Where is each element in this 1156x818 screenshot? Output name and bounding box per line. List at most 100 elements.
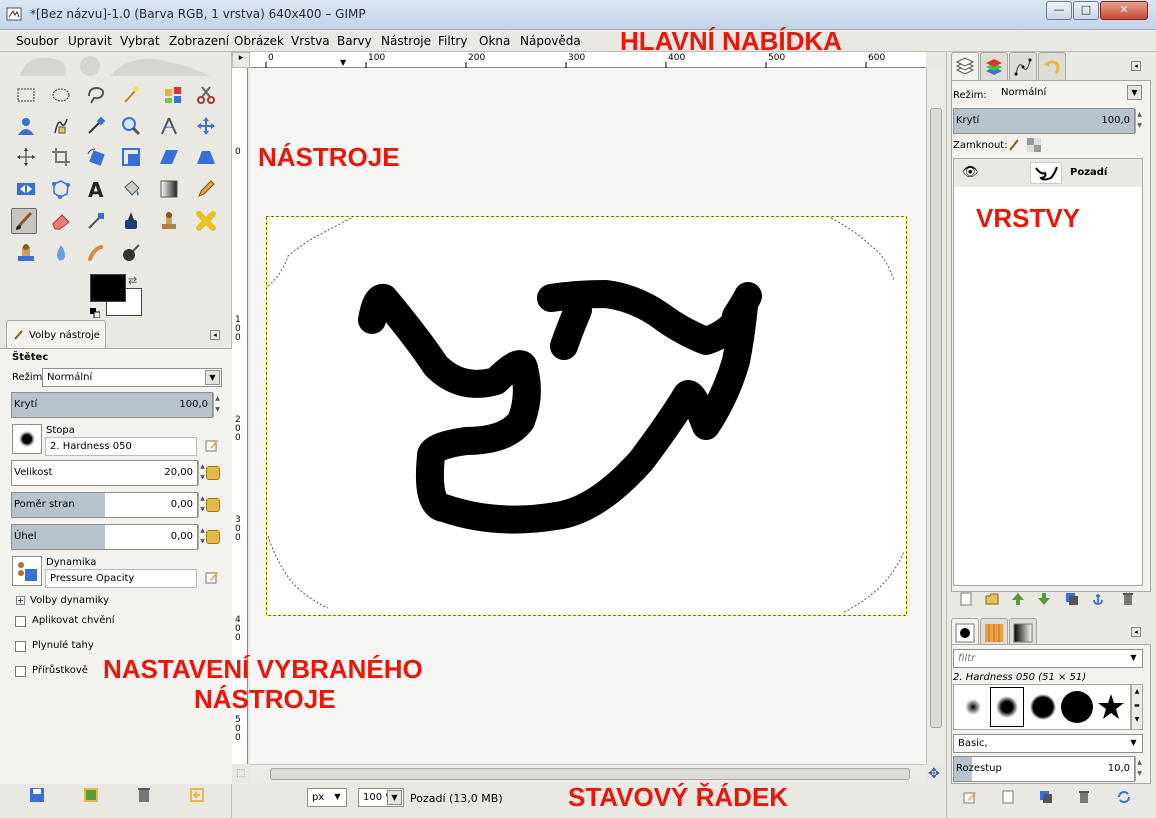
navigate-icon[interactable]: ✥ <box>926 766 942 782</box>
restore-options-icon[interactable] <box>82 786 100 804</box>
menu-windows[interactable]: Okna <box>479 34 510 48</box>
airbrush-icon[interactable] <box>83 208 109 234</box>
dynamics-name-field[interactable]: Pressure Opacity <box>45 569 197 588</box>
duplicate-layer-icon[interactable] <box>1065 592 1079 606</box>
blur-icon[interactable] <box>48 240 74 266</box>
edit-dynamics-icon[interactable] <box>205 570 219 584</box>
brush-filter-input[interactable]: filtr ▼ <box>953 649 1143 668</box>
delete-brush-icon[interactable] <box>1077 790 1091 804</box>
incremental-checkbox[interactable] <box>15 666 26 677</box>
horizontal-scroll-thumb[interactable] <box>270 768 910 780</box>
ellipse-select-icon[interactable] <box>48 82 74 108</box>
pencil-icon[interactable] <box>193 176 219 202</box>
spacing-spinner[interactable]: ▲ ▼ <box>1135 757 1143 781</box>
perspective-clone-icon[interactable] <box>13 240 39 266</box>
paintbrush-icon[interactable] <box>11 208 37 234</box>
aspect-spinner[interactable]: ▲ ▼ <box>198 493 206 517</box>
size-reset-icon[interactable] <box>206 466 220 480</box>
expander-plus-icon[interactable]: + <box>16 596 25 605</box>
zoom-corner-icon[interactable]: ⬚ <box>236 768 245 779</box>
brush-cell[interactable] <box>1060 687 1094 727</box>
flip-icon[interactable] <box>13 176 39 202</box>
scissors-icon[interactable] <box>193 82 219 108</box>
measure-icon[interactable] <box>156 113 182 139</box>
panel-menu-icon[interactable]: ◂ <box>1131 627 1141 637</box>
duplicate-brush-icon[interactable] <box>1039 790 1053 804</box>
menu-view[interactable]: Zobrazení <box>169 34 229 48</box>
maximize-button[interactable]: □ <box>1073 1 1099 20</box>
panel-menu-icon[interactable]: ◂ <box>210 330 220 340</box>
opacity-slider[interactable]: Krytí 100,0 <box>11 392 213 418</box>
edit-brush-icon[interactable] <box>205 438 219 452</box>
new-brush-icon[interactable] <box>1001 790 1015 804</box>
brush-tag-select[interactable]: Basic, ▼ <box>953 734 1143 753</box>
delete-options-icon[interactable] <box>135 786 153 804</box>
quickmask-corner-button[interactable]: ▸ <box>232 52 250 68</box>
tab-brushes[interactable] <box>951 618 979 646</box>
angle-reset-icon[interactable] <box>206 530 220 544</box>
foreground-color-swatch[interactable] <box>90 274 126 302</box>
tab-patterns[interactable] <box>980 618 1008 646</box>
lasso-icon[interactable] <box>83 82 109 108</box>
brush-cell-selected[interactable] <box>990 687 1024 727</box>
clone-icon[interactable] <box>156 208 182 234</box>
bucket-fill-icon[interactable] <box>118 176 144 202</box>
brush-cell[interactable] <box>1094 687 1128 727</box>
reset-options-icon[interactable] <box>188 786 206 804</box>
dynamics-options-label[interactable]: Volby dynamiky <box>30 595 109 606</box>
lock-pixels-icon[interactable] <box>1007 138 1021 152</box>
brush-name-field[interactable]: 2. Hardness 050 <box>45 437 197 456</box>
layer-opacity-spinner[interactable]: ▲ ▼ <box>1135 109 1143 133</box>
tab-channels[interactable] <box>980 52 1008 80</box>
brush-preview[interactable] <box>12 424 42 454</box>
layer-mode-select[interactable]: Normální ▼ <box>997 84 1143 103</box>
raise-layer-icon[interactable] <box>1011 592 1025 606</box>
menu-image[interactable]: Obrázek <box>234 34 284 48</box>
size-slider[interactable]: Velikost 20,00 <box>11 460 198 486</box>
menu-help[interactable]: Nápověda <box>520 34 581 48</box>
jitter-checkbox[interactable] <box>15 616 26 627</box>
vertical-scrollbar[interactable] <box>926 68 944 764</box>
layer-opacity-slider[interactable]: Krytí 100,0 <box>953 108 1135 134</box>
aspect-slider[interactable]: Poměr stran 0,00 <box>11 492 198 518</box>
spacing-slider[interactable]: Rozestup 10,0 <box>953 756 1135 782</box>
heal-icon[interactable] <box>193 208 219 234</box>
eye-icon[interactable]: 👁 <box>962 165 979 180</box>
new-layer-icon[interactable] <box>959 592 973 606</box>
perspective-icon[interactable] <box>193 144 219 170</box>
menu-edit[interactable]: Upravit <box>68 34 112 48</box>
mode-select[interactable]: Normální ▼ <box>42 368 222 387</box>
tab-tool-options[interactable]: Volby nástroje <box>6 320 106 348</box>
crop-icon[interactable] <box>48 144 74 170</box>
move-icon[interactable] <box>193 113 219 139</box>
refresh-brushes-icon[interactable] <box>1117 790 1131 804</box>
color-picker-icon[interactable] <box>83 113 109 139</box>
tab-undo-history[interactable] <box>1038 52 1066 80</box>
menu-layer[interactable]: Vrstva <box>291 34 330 48</box>
save-options-icon[interactable] <box>28 786 46 804</box>
ink-icon[interactable] <box>118 208 144 234</box>
cage-transform-icon[interactable] <box>48 176 74 202</box>
opacity-spinner[interactable]: ▲ ▼ <box>213 393 221 417</box>
brush-cell[interactable] <box>956 687 990 727</box>
edit-brush-icon[interactable] <box>963 790 977 804</box>
scale-icon[interactable] <box>118 144 144 170</box>
image-canvas[interactable] <box>266 216 907 616</box>
new-layer-group-icon[interactable] <box>985 592 999 606</box>
menu-file[interactable]: Soubor <box>16 34 58 48</box>
tab-paths[interactable] <box>1009 52 1037 80</box>
default-colors-icon[interactable] <box>90 308 100 318</box>
dodge-burn-icon[interactable] <box>118 240 144 266</box>
fuzzy-select-icon[interactable] <box>118 82 144 108</box>
tab-gradients[interactable] <box>1009 618 1037 646</box>
panel-menu-icon[interactable]: ◂ <box>1131 61 1141 71</box>
brush-cell[interactable] <box>1026 687 1060 727</box>
swap-colors-icon[interactable]: ⇄ <box>128 274 137 287</box>
lock-alpha-icon[interactable] <box>1027 138 1041 152</box>
horizontal-scrollbar[interactable] <box>250 764 926 782</box>
menu-colors[interactable]: Barvy <box>337 34 372 48</box>
lower-layer-icon[interactable] <box>1037 592 1051 606</box>
zoom-select[interactable]: 100 % ▼ <box>358 788 404 807</box>
dynamics-preview[interactable] <box>12 556 42 586</box>
angle-spinner[interactable]: ▲ ▼ <box>198 525 206 549</box>
